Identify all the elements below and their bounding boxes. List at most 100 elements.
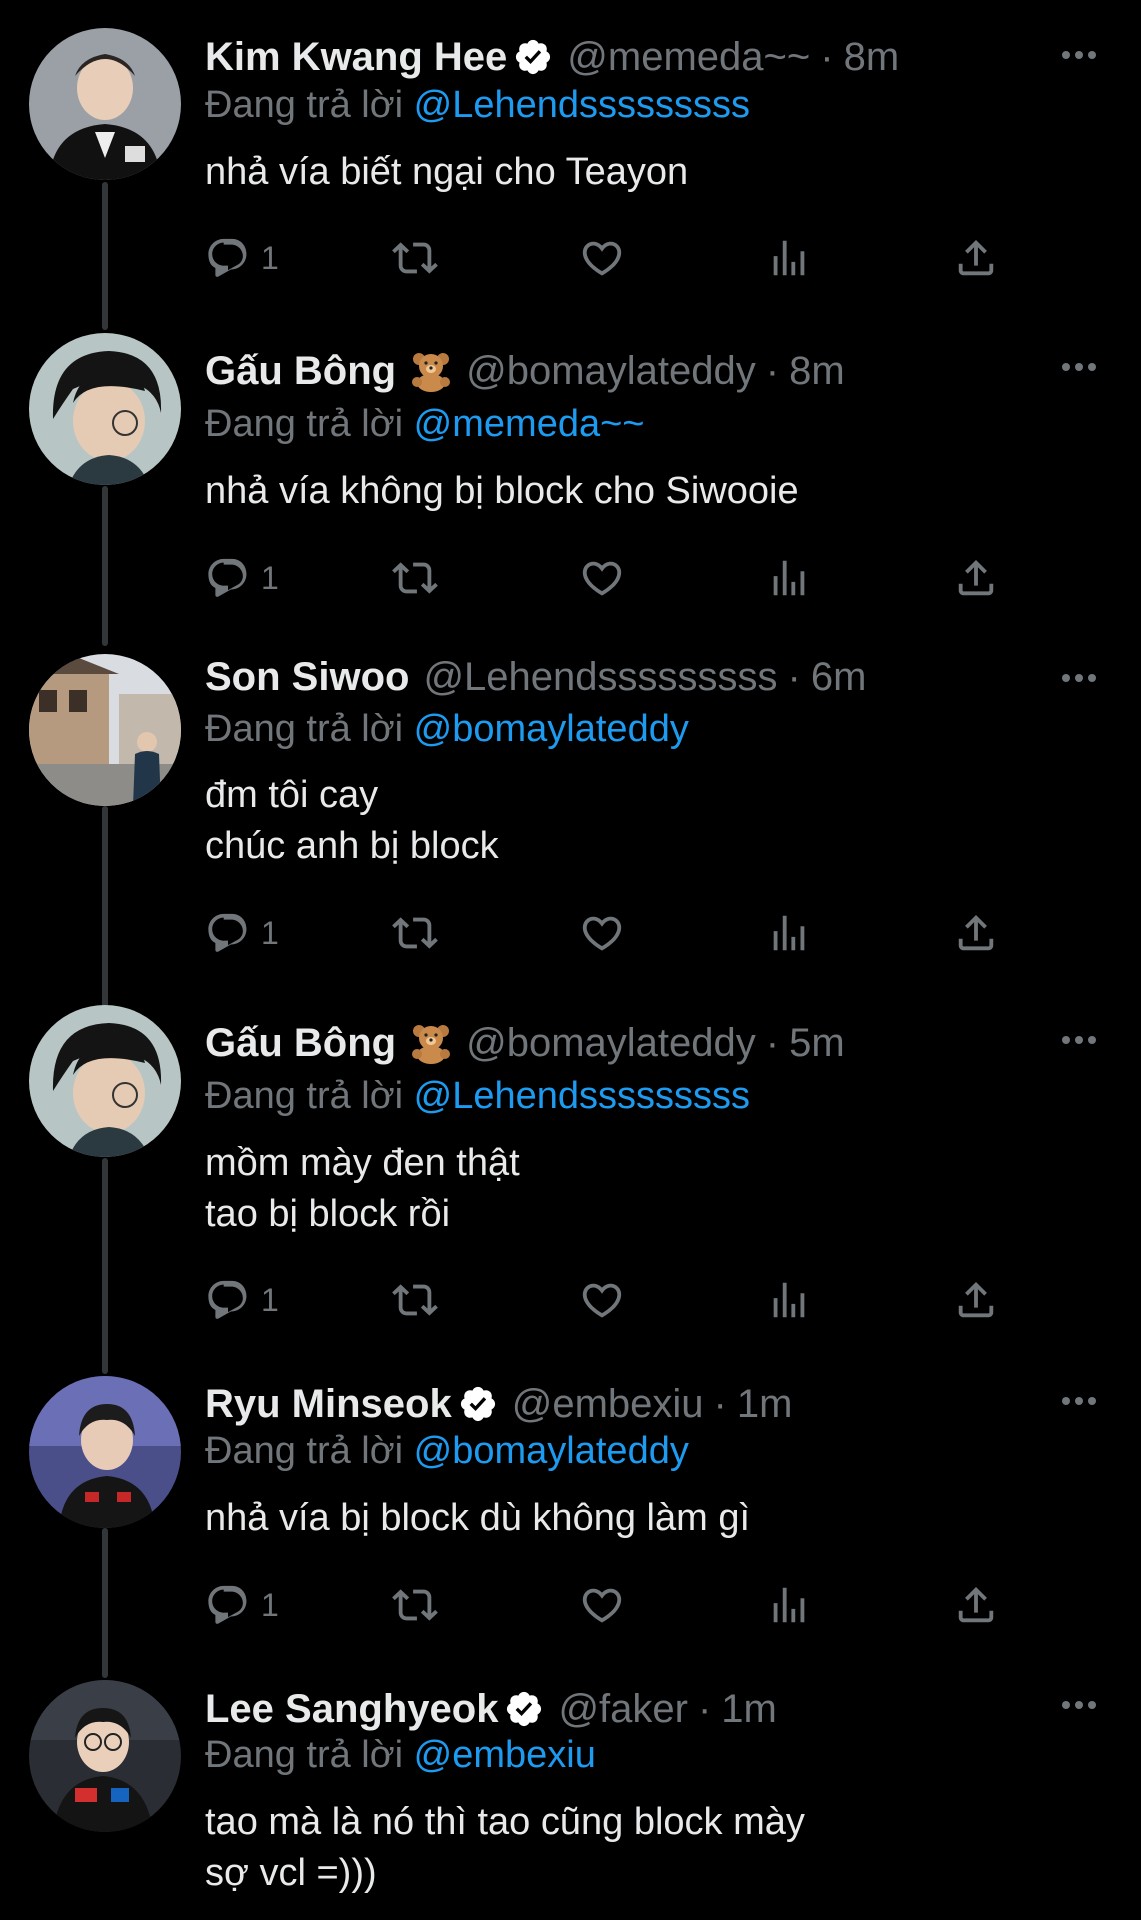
share-button[interactable]	[953, 233, 999, 283]
heart-icon	[579, 910, 625, 956]
more-options-icon[interactable]	[1058, 663, 1100, 693]
reply-mention-link[interactable]: @bomaylateddy	[414, 708, 689, 750]
avatar[interactable]	[29, 333, 181, 485]
retweet-icon	[392, 1582, 438, 1628]
tweet-header: Lee Sanghyeok @faker · 1m	[205, 1683, 777, 1735]
retweet-icon	[392, 910, 438, 956]
tweet-text: mồm mày đen thật tao bị block rồi	[205, 1138, 520, 1240]
timestamp[interactable]: 5m	[789, 1017, 845, 1069]
timestamp[interactable]: 8m	[844, 31, 900, 83]
heart-icon	[579, 555, 625, 601]
like-button[interactable]	[579, 233, 625, 283]
reply-button[interactable]: 1	[205, 553, 279, 603]
thread-line	[102, 1528, 108, 1678]
views-icon	[766, 910, 812, 956]
more-options-icon[interactable]	[1058, 40, 1100, 70]
more-options-icon[interactable]	[1058, 1690, 1100, 1720]
tweet-text-line: sợ vcl =)))	[205, 1852, 377, 1894]
retweet-button[interactable]	[392, 1275, 438, 1325]
reply-button[interactable]: 1	[205, 1580, 279, 1630]
views-button[interactable]	[766, 1275, 812, 1325]
avatar[interactable]	[29, 1005, 181, 1157]
like-button[interactable]	[579, 1580, 625, 1630]
thread-line	[102, 806, 108, 1010]
reply-icon	[205, 555, 251, 601]
reply-prefix: Đang trả lời	[205, 708, 404, 750]
timestamp[interactable]: 6m	[811, 651, 867, 703]
tweet-text-line: chúc anh bị block	[205, 825, 499, 867]
views-button[interactable]	[766, 233, 812, 283]
reply-mention-link[interactable]: @Lehendsssssssss	[414, 1075, 750, 1117]
views-button[interactable]	[766, 1580, 812, 1630]
share-button[interactable]	[953, 1275, 999, 1325]
heart-icon	[579, 1582, 625, 1628]
bear-emoji-icon	[410, 350, 452, 392]
reply-count: 1	[261, 559, 279, 596]
avatar[interactable]	[29, 1376, 181, 1528]
display-name[interactable]: Lee Sanghyeok	[205, 1683, 498, 1735]
reply-prefix: Đang trả lời	[205, 403, 404, 445]
avatar[interactable]	[29, 654, 181, 806]
timestamp[interactable]: 1m	[737, 1378, 793, 1430]
reply-button[interactable]: 1	[205, 1275, 279, 1325]
display-name[interactable]: Gấu Bông	[205, 1017, 396, 1069]
more-options-icon[interactable]	[1058, 1025, 1100, 1055]
retweet-icon	[392, 235, 438, 281]
more-options-icon[interactable]	[1058, 352, 1100, 382]
timestamp[interactable]: 1m	[721, 1683, 777, 1735]
action-bar: 1	[205, 1275, 1025, 1325]
action-bar: 1	[205, 233, 1025, 283]
like-button[interactable]	[579, 553, 625, 603]
user-handle[interactable]: @bomaylateddy	[466, 345, 756, 397]
tweet-text: tao mà là nó thì tao cũng block mày sợ v…	[205, 1797, 805, 1899]
share-icon	[953, 1582, 999, 1628]
tweet-text-line: nhả vía biết ngại cho Teayon	[205, 151, 689, 193]
retweet-button[interactable]	[392, 1580, 438, 1630]
user-handle[interactable]: @embexiu	[512, 1378, 704, 1430]
like-button[interactable]	[579, 908, 625, 958]
reply-mention-link[interactable]: @Lehendsssssssss	[414, 84, 750, 126]
more-options-icon[interactable]	[1058, 1386, 1100, 1416]
reply-context: Đang trả lời @bomaylateddy	[205, 1427, 689, 1475]
reply-mention-link[interactable]: @bomaylateddy	[414, 1430, 689, 1472]
heart-icon	[579, 1277, 625, 1323]
reply-mention-link[interactable]: @memeda~~	[414, 403, 645, 445]
tweet-text-line: tao mà là nó thì tao cũng block mày	[205, 1801, 805, 1843]
share-button[interactable]	[953, 908, 999, 958]
avatar[interactable]	[29, 1680, 181, 1832]
share-button[interactable]	[953, 553, 999, 603]
timestamp[interactable]: 8m	[789, 345, 845, 397]
tweet-text-line: nhả vía không bị block cho Siwooie	[205, 470, 799, 512]
display-name[interactable]: Ryu Minseok	[205, 1378, 452, 1430]
thread-line	[102, 486, 108, 646]
display-name[interactable]: Gấu Bông	[205, 345, 396, 397]
share-icon	[953, 555, 999, 601]
separator-dot: ·	[765, 349, 780, 393]
share-button[interactable]	[953, 1580, 999, 1630]
user-handle[interactable]: @bomaylateddy	[466, 1017, 756, 1069]
reply-button[interactable]: 1	[205, 233, 279, 283]
user-handle[interactable]: @memeda~~	[567, 31, 810, 83]
separator-dot: ·	[787, 655, 801, 699]
reply-context: Đang trả lời @Lehendsssssssss	[205, 81, 750, 129]
share-icon	[953, 1277, 999, 1323]
views-icon	[766, 1582, 812, 1628]
avatar[interactable]	[29, 28, 181, 180]
user-handle[interactable]: @faker	[558, 1683, 688, 1735]
retweet-button[interactable]	[392, 908, 438, 958]
retweet-button[interactable]	[392, 233, 438, 283]
like-button[interactable]	[579, 1275, 625, 1325]
views-button[interactable]	[766, 908, 812, 958]
reply-count: 1	[261, 914, 279, 951]
reply-button[interactable]: 1	[205, 908, 279, 958]
reply-mention-link[interactable]: @embexiu	[414, 1734, 596, 1776]
thread-line	[102, 1158, 108, 1374]
user-handle[interactable]: @Lehendsssssssss	[423, 651, 777, 703]
display-name[interactable]: Son Siwoo	[205, 651, 409, 703]
views-button[interactable]	[766, 553, 812, 603]
display-name[interactable]: Kim Kwang Hee	[205, 31, 507, 83]
action-bar: 1	[205, 908, 1025, 958]
retweet-button[interactable]	[392, 553, 438, 603]
separator-dot: ·	[713, 1382, 727, 1426]
heart-icon	[579, 235, 625, 281]
